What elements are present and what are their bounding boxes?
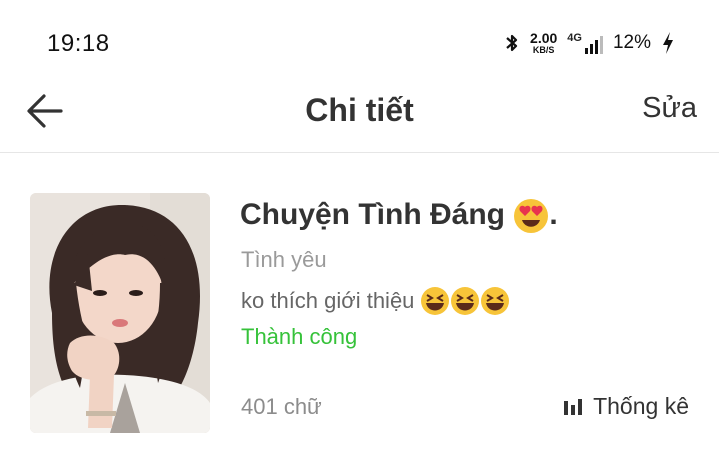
status-bar: 19:18 2.00 KB/S 4G 12% [0, 0, 719, 80]
top-app-bar: Chi tiết Sửa [0, 80, 719, 153]
speed-value: 2.00 [530, 30, 558, 46]
story-description-text: ko thích giới thiệu [241, 288, 415, 313]
story-genre: Tình yêu [241, 247, 327, 272]
laughing-emoji [481, 287, 510, 315]
statistics-button[interactable]: Thống kê [563, 393, 689, 420]
laughing-emoji [451, 287, 480, 315]
network-speed: 2.00 KB/S [530, 31, 557, 55]
page-title: Chi tiết [305, 92, 414, 128]
story-title: Chuyện Tình Đáng . [240, 198, 558, 234]
statistics-label: Thống kê [593, 393, 689, 419]
laughing-emoji [421, 287, 450, 315]
cover-photo [30, 193, 210, 433]
story-description: ko thích giới thiệu [241, 286, 510, 316]
bluetooth-icon [506, 34, 518, 52]
story-cover-image[interactable] [30, 193, 210, 433]
story-status: Thành công [241, 324, 358, 349]
battery-percent: 12% [612, 32, 651, 53]
word-count: 401 chữ [241, 394, 322, 419]
bar-chart-icon [564, 398, 583, 415]
story-title-text: Chuyện Tình Đáng [240, 198, 505, 231]
network-type: 4G [567, 32, 582, 44]
story-title-suffix: . [549, 198, 558, 231]
speed-unit: KB/S [532, 45, 555, 55]
charging-bolt-icon [663, 32, 673, 54]
status-icons: 2.00 KB/S 4G 12% [504, 29, 675, 57]
clock: 19:18 [47, 30, 110, 57]
heart-eyes-emoji [514, 199, 549, 234]
edit-button[interactable]: Sửa [642, 92, 697, 125]
signal-icon: 4G [567, 32, 603, 54]
